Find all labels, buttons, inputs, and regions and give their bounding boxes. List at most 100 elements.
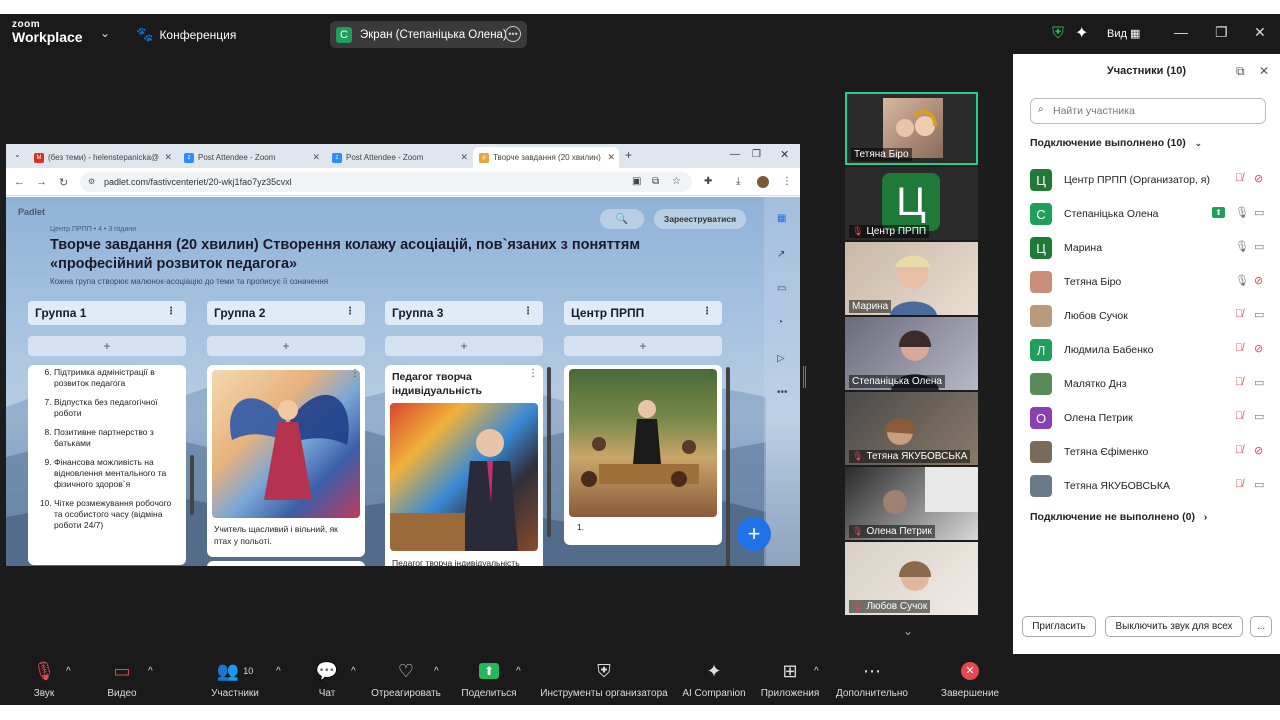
participant-row[interactable]: Малятко Днз 🎙̸ ▭: [1030, 370, 1270, 398]
mic-off-icon[interactable]: 🎙̸: [1235, 444, 1243, 456]
participant-row[interactable]: Тетяна ЯКУБОВСЬКА 🎙̸ ▭: [1030, 472, 1270, 500]
close-icon[interactable]: ✕: [1259, 64, 1269, 78]
star-icon[interactable]: ☆: [672, 176, 681, 187]
audio-options-caret[interactable]: ^: [66, 666, 71, 677]
column-menu-icon[interactable]: ⋮: [523, 306, 533, 317]
column-header-group3[interactable]: Группа 3 ⋮: [385, 301, 543, 325]
video-icon[interactable]: ▭: [1254, 206, 1264, 219]
participant-row[interactable]: Ц Марина 🎙 ▭: [1030, 234, 1270, 262]
video-icon[interactable]: ▭: [1254, 308, 1264, 321]
mic-off-icon[interactable]: 🎙̸: [1235, 410, 1243, 422]
tab-list-icon[interactable]: ⌄: [14, 150, 21, 159]
column-scrollbar[interactable]: [726, 367, 730, 566]
profile-avatar[interactable]: [757, 176, 769, 188]
video-off-icon[interactable]: ⊘: [1254, 172, 1263, 185]
video-tile[interactable]: Степаніцька Олена: [845, 317, 978, 390]
participant-row[interactable]: Тетяна Єфіменко 🎙̸ ⊘: [1030, 438, 1270, 466]
mic-icon[interactable]: 🎙: [1235, 274, 1249, 287]
menu-icon[interactable]: ⋮: [782, 176, 792, 187]
column-scrollbar[interactable]: [190, 455, 194, 515]
participant-row[interactable]: С Степаніцька Олена ⬆ 🎙 ▭: [1030, 200, 1270, 228]
host-tools-button[interactable]: ⛨ Инструменты организатора: [536, 658, 672, 700]
mic-icon[interactable]: 🎙: [1235, 206, 1249, 219]
reload-icon[interactable]: ↻: [59, 176, 68, 189]
post-card-center[interactable]: ⋮ 1.: [564, 365, 722, 545]
column-menu-icon[interactable]: ⋮: [345, 306, 355, 317]
add-post-button[interactable]: +: [207, 336, 365, 356]
shield-check-icon[interactable]: ⛨: [1052, 25, 1068, 43]
mic-off-icon[interactable]: 🎙̸: [1235, 172, 1243, 184]
mic-off-icon[interactable]: 🎙̸: [1235, 342, 1243, 354]
share-button[interactable]: ⬆ Поделиться: [458, 658, 520, 699]
restore-icon[interactable]: ❐: [1215, 24, 1228, 41]
back-icon[interactable]: ←: [14, 176, 25, 188]
column-menu-icon[interactable]: ⋮: [702, 306, 712, 317]
audio-button[interactable]: 🎙 Звук: [24, 658, 64, 700]
bell-icon[interactable]: ◔: [777, 317, 783, 328]
add-post-button[interactable]: +: [564, 336, 722, 356]
ai-companion-button[interactable]: ✦ AI Companion: [680, 658, 748, 700]
share-options-caret[interactable]: ^: [516, 666, 521, 677]
next-post-card[interactable]: [207, 561, 365, 566]
screen-share-pill[interactable]: С Экран (Степаніцька Олена) •••: [330, 21, 527, 48]
chevron-down-icon[interactable]: ⌄: [100, 26, 110, 40]
close-icon[interactable]: ✕: [1254, 24, 1266, 41]
video-tile[interactable]: Марина: [845, 242, 978, 315]
participants-button[interactable]: 👥 10 Участники: [205, 658, 265, 700]
tab-close-icon[interactable]: ✕: [607, 152, 615, 163]
participants-options-caret[interactable]: ^: [276, 666, 281, 677]
browser-tab-zoom-2[interactable]: z Post Attendee - Zoom ✕: [326, 147, 472, 168]
site-info-icon[interactable]: ⚙: [88, 177, 95, 186]
apps-button[interactable]: ⊞ Приложения: [756, 658, 824, 700]
slideshow-icon[interactable]: ▭: [777, 283, 786, 294]
add-post-fab[interactable]: +: [737, 517, 771, 551]
mute-all-button[interactable]: Выключить звук для всех: [1105, 616, 1243, 637]
mic-off-icon[interactable]: 🎙̸: [1235, 308, 1243, 320]
video-icon[interactable]: ▭: [1254, 410, 1264, 423]
react-button[interactable]: ♡ Отреагировать: [366, 658, 446, 700]
post-menu-icon[interactable]: ⋮: [707, 368, 717, 379]
mic-off-icon[interactable]: 🎙̸: [1235, 478, 1243, 490]
tab-close-icon[interactable]: ✕: [460, 152, 468, 163]
more-icon[interactable]: •••: [777, 387, 788, 398]
close-icon[interactable]: ✕: [780, 148, 789, 161]
post-card-group2[interactable]: ⋮ Учитель щасливий і вільний, як птах у …: [207, 365, 365, 557]
browser-tab-padlet[interactable]: p Творче завдання (20 хвилин) ✕: [473, 147, 619, 168]
add-post-button[interactable]: +: [385, 336, 543, 356]
tab-close-icon[interactable]: ✕: [164, 152, 172, 163]
minimize-icon[interactable]: —: [1174, 24, 1188, 40]
new-tab-icon[interactable]: +: [625, 148, 632, 162]
padlet-signup-button[interactable]: Зарееструватися: [654, 209, 746, 229]
chevron-down-icon[interactable]: ⌄: [903, 624, 913, 638]
browser-tab-gmail[interactable]: M (без теми) - helenstepanicka@ ✕: [28, 147, 176, 168]
video-icon[interactable]: ▭: [1254, 240, 1264, 253]
video-tile[interactable]: Тетяна Біро: [845, 92, 978, 165]
chat-options-caret[interactable]: ^: [351, 666, 356, 677]
participant-search-input[interactable]: ⌕ Найти участника: [1030, 98, 1266, 124]
video-tile[interactable]: Ц 🎙 Центр ПРПП: [845, 167, 978, 240]
clipboard-icon[interactable]: ▣: [632, 176, 641, 187]
video-off-icon[interactable]: ⊘: [1254, 274, 1263, 287]
video-tile[interactable]: 🎙 Тетяна ЯКУБОВСЬКА: [845, 392, 978, 465]
connected-group-header[interactable]: Подключение выполнено (10) ⌄: [1030, 137, 1202, 149]
cast-icon[interactable]: ⧉: [652, 176, 659, 187]
more-button[interactable]: ⋯ Дополнительно: [830, 658, 914, 700]
video-options-caret[interactable]: ^: [148, 666, 153, 677]
column-scrollbar[interactable]: [547, 367, 551, 537]
invite-button[interactable]: Пригласить: [1022, 616, 1096, 637]
padlet-search-button[interactable]: 🔍: [600, 209, 644, 229]
participant-row[interactable]: Ц Центр ПРПП (Организатор, я) 🎙̸ ⊘: [1030, 166, 1270, 194]
video-button[interactable]: ▭ Видео: [100, 658, 144, 700]
browser-tab-zoom-1[interactable]: z Post Attendee - Zoom ✕: [178, 147, 324, 168]
panel-more-button[interactable]: ...: [1250, 616, 1272, 637]
video-tile[interactable]: 🎙 Олена Петрик: [845, 467, 978, 540]
participant-row[interactable]: Тетяна Біро 🎙 ⊘: [1030, 268, 1270, 296]
more-options-icon[interactable]: •••: [505, 26, 521, 42]
url-input[interactable]: ⚙ padlet.com/fastivcenteriet/20-wkj1fao7…: [80, 172, 692, 192]
video-off-icon[interactable]: ⊘: [1254, 444, 1263, 457]
column-header-group1[interactable]: Группа 1 ⋮: [28, 301, 186, 325]
download-icon[interactable]: ⤓: [736, 176, 740, 187]
minimize-icon[interactable]: —: [730, 149, 740, 160]
add-post-button[interactable]: +: [28, 336, 186, 356]
chat-button[interactable]: 💬 Чат: [310, 658, 344, 700]
